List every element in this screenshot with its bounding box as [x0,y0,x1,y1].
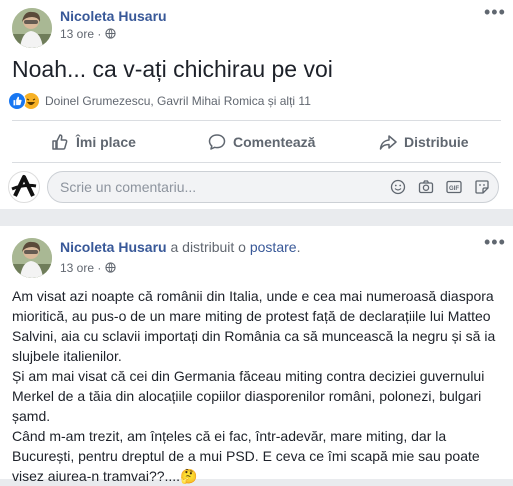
more-options-icon[interactable]: ••• [484,2,506,23]
paragraph-text: Când m-am trezit, am înțeles că ei fac, … [12,428,480,484]
like-reaction-icon [8,92,26,110]
svg-text:GIF: GIF [449,186,459,192]
share-button[interactable]: Distribuie [378,126,469,158]
globe-icon[interactable] [105,28,116,39]
divider [12,162,501,163]
thumbs-up-icon [52,134,68,150]
post-body: Am visat azi noapte că românii din Itali… [12,286,504,486]
more-options-icon[interactable]: ••• [484,232,506,253]
paragraph: Am visat azi noapte că românii din Itali… [12,288,496,364]
post-time[interactable]: 13 ore [60,261,94,275]
post-meta: 13 ore · [60,261,116,275]
divider [12,120,501,121]
avatar-photo-icon [12,8,52,48]
shared-post-link[interactable]: postare [250,239,297,255]
globe-icon[interactable] [105,262,116,273]
paragraph: Când m-am trezit, am înțeles că ei fac, … [12,426,504,486]
post-card: Nicoleta Husaru a distribuit o postare. … [0,226,513,484]
share-label: Distribuie [404,134,469,150]
commenter-logo-icon [11,175,37,197]
comment-button[interactable]: Comentează [207,126,315,158]
separator-dot: · [97,27,105,41]
comment-label: Comentează [233,134,316,150]
gif-icon[interactable]: GIF [446,179,462,195]
post-meta: 13 ore · [60,27,116,41]
avatar[interactable] [12,8,52,48]
post-header: Nicoleta Husaru a distribuit o postare. [60,239,300,255]
sticker-icon[interactable] [474,179,490,195]
avatar[interactable] [12,238,52,278]
comment-icon [208,134,226,150]
reactions-names[interactable]: Doinel Grumezescu, Gavril Mihai Romica ș… [45,94,311,108]
reactions-summary[interactable]: Doinel Grumezescu, Gavril Mihai Romica ș… [8,92,311,110]
thinking-emoji: 🤔 [180,468,198,484]
avatar-photo-icon [12,238,52,278]
smiley-icon[interactable] [390,179,406,195]
like-label: Îmi place [76,134,136,150]
share-arrow-icon [379,135,397,150]
post-time[interactable]: 13 ore [60,27,94,41]
paragraph: Și am mai visat că cei din Germania făce… [12,368,485,424]
post-card: Nicoleta Husaru 13 ore · ••• Noah... ca … [0,0,513,209]
post-text: Noah... ca v-ați chichirau pe voi [12,56,333,82]
like-button[interactable]: Îmi place [50,126,136,158]
comment-box: GIF [47,171,499,203]
separator-dot: · [97,261,105,275]
shared-text: a distribuit o [170,239,246,255]
author-name[interactable]: Nicoleta Husaru [60,8,167,24]
comment-input[interactable] [60,172,360,202]
author-name[interactable]: Nicoleta Husaru [60,239,167,255]
commenter-avatar[interactable] [8,171,40,203]
shared-end: . [296,239,301,255]
camera-icon[interactable] [418,179,434,195]
